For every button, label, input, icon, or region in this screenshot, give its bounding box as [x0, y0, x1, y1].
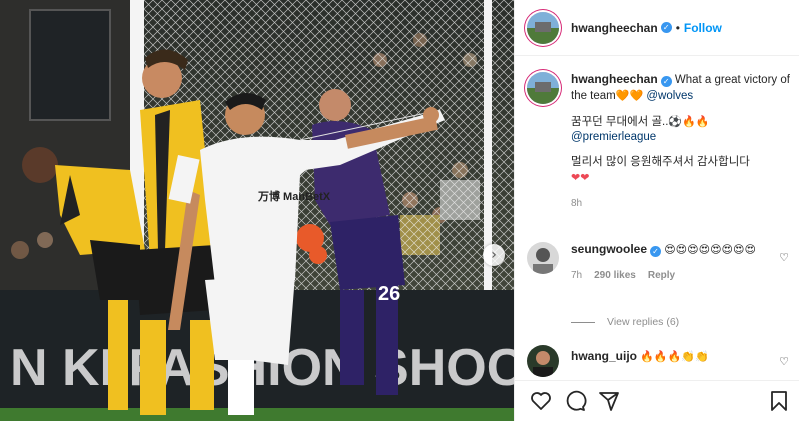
- caption-line-3: 멀리서 많이 응원해주셔서 감사합니다: [571, 156, 750, 168]
- caption-username[interactable]: hwangheechan: [571, 72, 658, 86]
- bookmark-icon: [771, 391, 787, 411]
- author-username[interactable]: hwangheechan: [571, 21, 658, 35]
- mention-premierleague-link[interactable]: @premierleague: [571, 131, 656, 143]
- mention-wolves-link[interactable]: @wolves: [646, 90, 693, 102]
- caption-line-2: 꿈꾸던 무대에서 골..: [571, 116, 669, 128]
- commenter-avatar[interactable]: [527, 345, 559, 377]
- post-sidebar: hwangheechan ✓ • Follow hwangheechan ✓ Wh…: [514, 0, 799, 421]
- comment-text: 🔥🔥🔥👏👏: [640, 350, 709, 363]
- post-action-bar: [515, 380, 799, 421]
- heart-icon: [531, 392, 551, 410]
- view-replies-label: View replies (6): [607, 316, 680, 328]
- share-button[interactable]: [597, 389, 621, 413]
- reply-button[interactable]: Reply: [648, 268, 675, 283]
- comment-item: seungwoolee ✓ 😍😍😍😍😍😍😍😍 7h 290 likes Reply: [527, 242, 792, 283]
- next-photo-button[interactable]: ›: [483, 244, 505, 266]
- commenter-avatar[interactable]: [527, 242, 559, 274]
- avatar-image: [527, 242, 559, 274]
- like-button[interactable]: [529, 389, 553, 413]
- view-replies-button[interactable]: View replies (6): [571, 316, 679, 328]
- author-avatar[interactable]: [527, 11, 559, 44]
- comment-like-heart-icon[interactable]: ♡: [779, 251, 789, 264]
- follow-button[interactable]: Follow: [684, 21, 722, 35]
- verified-badge-icon: ✓: [650, 246, 662, 257]
- separator-dot: •: [675, 20, 680, 35]
- chevron-right-icon: ›: [491, 247, 497, 263]
- post-caption: hwangheechan ✓ What a great victory of th…: [527, 72, 792, 211]
- avatar-image: [527, 11, 559, 44]
- comment-item: hwang_uijo 🔥🔥🔥👏👏: [527, 345, 792, 377]
- caption-timestamp[interactable]: 8h: [571, 196, 791, 211]
- ball-fire-emoji: ⚽🔥🔥: [668, 115, 710, 128]
- commenter-username[interactable]: hwang_uijo: [571, 349, 637, 363]
- comment-like-heart-icon[interactable]: ♡: [779, 355, 789, 368]
- comment-timestamp[interactable]: 7h: [571, 268, 582, 283]
- avatar-image: [527, 72, 559, 104]
- gk-number: 26: [378, 283, 400, 305]
- avatar-image: [527, 345, 559, 377]
- match-photo: N KI FASHION SHOCK 26 万博 ManBetX: [0, 0, 514, 421]
- save-button[interactable]: [767, 389, 791, 413]
- verified-badge-icon: ✓: [660, 76, 672, 87]
- shirt-sponsor: 万博 ManBetX: [257, 189, 331, 203]
- comment-icon: [566, 390, 587, 411]
- verified-badge-icon: ✓: [660, 22, 672, 33]
- paper-plane-icon: [599, 392, 619, 411]
- orange-hearts-emoji: 🧡🧡: [615, 89, 644, 102]
- caption-author-avatar[interactable]: [527, 72, 559, 104]
- comment-button[interactable]: [563, 389, 587, 413]
- red-hearts-emoji: ❤❤: [571, 171, 590, 184]
- post-image[interactable]: N KI FASHION SHOCK 26 万博 ManBetX ›: [0, 0, 514, 421]
- commenter-username[interactable]: seungwoolee: [571, 242, 647, 256]
- replies-divider: [571, 321, 595, 323]
- comment-text: 😍😍😍😍😍😍😍😍: [664, 243, 756, 256]
- comment-likes[interactable]: 290 likes: [594, 268, 636, 283]
- post-header: hwangheechan ✓ • Follow: [515, 0, 799, 56]
